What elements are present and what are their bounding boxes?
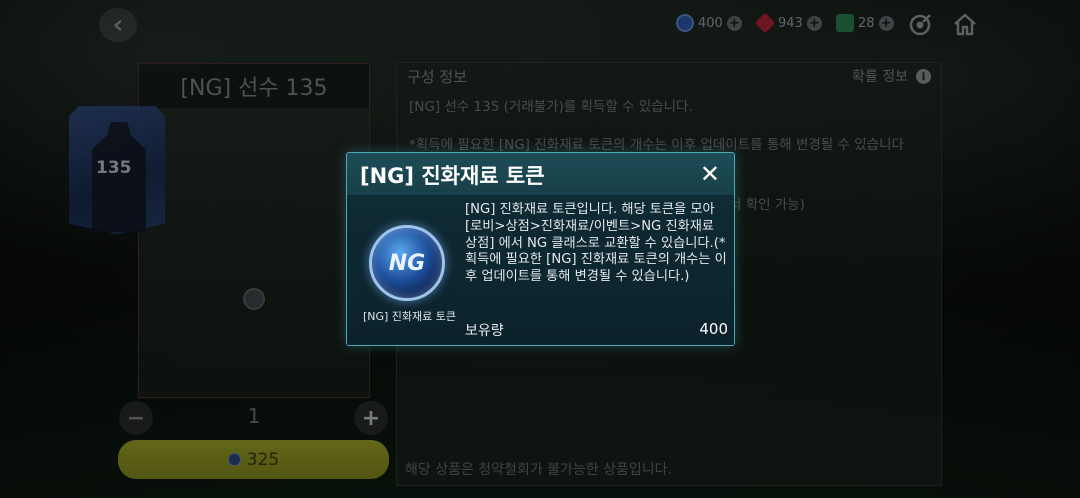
holding-value: 400 [699, 320, 728, 338]
token-info-modal: [NG] 진화재료 토큰 ✕ NG [NG] 진화재료 토큰 [NG] 진화재료… [346, 152, 735, 346]
token-description: [NG] 진화재료 토큰입니다. 해당 토큰을 모아 [로비>상점>진화재료/이… [465, 202, 727, 285]
token-label: [NG] 진화재료 토큰 [362, 310, 457, 323]
ng-token-icon: NG [369, 225, 445, 301]
close-icon[interactable]: ✕ [700, 161, 720, 187]
token-icon-text: NG [388, 250, 426, 276]
modal-body: NG [NG] 진화재료 토큰 [NG] 진화재료 토큰입니다. 해당 토큰을 … [347, 195, 734, 345]
modal-title: [NG] 진화재료 토큰 [360, 164, 545, 188]
holding-label: 보유량 [465, 323, 504, 339]
